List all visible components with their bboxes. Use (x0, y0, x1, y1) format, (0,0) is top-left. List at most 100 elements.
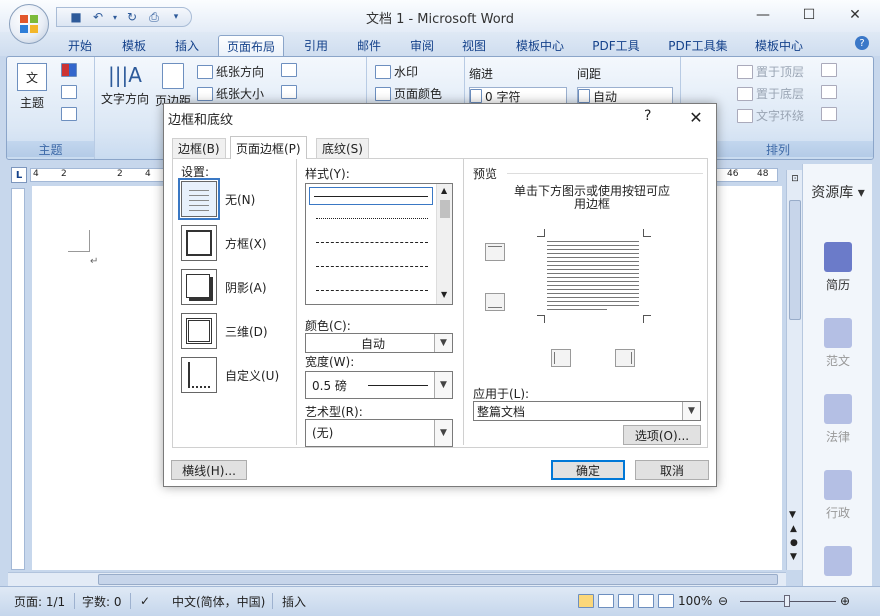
redo-icon[interactable]: ↻ (123, 9, 141, 25)
art-dropdown[interactable]: (无) ▼ (305, 419, 453, 447)
theme-fonts-button[interactable] (61, 85, 77, 99)
zoom-level[interactable]: 100% (678, 591, 712, 611)
outline-view-icon[interactable] (638, 594, 654, 608)
status-language[interactable]: 中文(简体，中国) (172, 591, 265, 611)
tab-shading[interactable]: 底纹(S) (316, 138, 369, 158)
zoom-in-icon[interactable]: ⊕ (840, 591, 850, 611)
help-icon[interactable]: ? (855, 36, 869, 50)
send-to-back-button[interactable]: 置于底层 (737, 85, 804, 102)
theme-effects-button[interactable] (61, 107, 77, 121)
status-words[interactable]: 字数: 0 (82, 591, 122, 611)
color-dropdown[interactable]: 自动 ▼ (305, 333, 453, 353)
tab-selector[interactable]: L (11, 167, 27, 183)
horizontal-line-button[interactable]: 横线(H)... (171, 460, 247, 480)
text-wrap-button[interactable]: 文字环绕 (737, 107, 804, 124)
orientation-button[interactable]: 纸张方向 (197, 63, 264, 80)
customize-qat-icon[interactable]: ▾ (167, 9, 185, 25)
style-solid[interactable] (309, 187, 433, 205)
tab-template-center-2[interactable]: 模板中心 (746, 35, 812, 56)
right-border-icon[interactable] (615, 349, 635, 367)
style-scroll-thumb[interactable] (440, 200, 450, 218)
width-dropdown[interactable]: 0.5 磅 ▼ (305, 371, 453, 399)
resource-item-sample[interactable]: 范文 (803, 318, 873, 369)
print-layout-icon[interactable] (578, 594, 594, 608)
maximize-icon[interactable]: ☐ (786, 2, 832, 28)
ok-button[interactable]: 确定 (551, 460, 625, 480)
vertical-scrollbar[interactable]: ⊡ ▼ ▲ ● ▼ (786, 170, 802, 570)
vertical-ruler[interactable] (11, 188, 25, 570)
horizontal-scrollbar[interactable] (8, 572, 786, 586)
style-dashed[interactable] (312, 258, 432, 274)
proofing-icon[interactable]: ✓ (140, 591, 150, 611)
rotate-button[interactable] (821, 107, 837, 121)
reading-view-icon[interactable] (598, 594, 614, 608)
text-direction-button[interactable]: |||A 文字方向 (101, 63, 149, 107)
close-icon[interactable]: ✕ (832, 2, 878, 28)
resource-pane-title[interactable]: 资源库 ▾ (803, 182, 873, 202)
resource-item-resume[interactable]: 简历 (803, 242, 873, 293)
status-page[interactable]: 页面: 1/1 (14, 591, 65, 611)
group-objects-button[interactable] (821, 85, 837, 99)
setting-none-label[interactable]: 无(N) (225, 191, 255, 208)
prev-page-icon[interactable]: ▲ (790, 524, 797, 534)
status-mode[interactable]: 插入 (282, 591, 306, 611)
setting-none-icon[interactable] (178, 178, 220, 220)
theme-colors-button[interactable] (61, 63, 77, 77)
scroll-down-icon[interactable]: ▼ (441, 290, 447, 299)
setting-box-icon[interactable] (181, 225, 217, 261)
setting-3d-icon[interactable] (181, 313, 217, 349)
undo-dropdown-icon[interactable]: ▾ (111, 9, 119, 25)
scroll-up-icon[interactable]: ▲ (441, 186, 447, 195)
breaks-button[interactable] (281, 63, 297, 77)
print-icon[interactable]: ⎙ (145, 9, 163, 25)
tab-page-border[interactable]: 页面边框(P) (230, 136, 307, 159)
style-list[interactable]: ▲ ▼ (305, 183, 453, 305)
tab-page-layout[interactable]: 页面布局 (218, 35, 284, 56)
preview-page[interactable] (547, 241, 639, 313)
cancel-button[interactable]: 取消 (635, 460, 709, 480)
setting-box-label[interactable]: 方框(X) (225, 235, 267, 252)
watermark-button[interactable]: 水印 (375, 63, 418, 80)
next-page-icon[interactable]: ▼ (790, 552, 797, 562)
tab-review[interactable]: 审阅 (400, 35, 444, 56)
page-color-button[interactable]: 页面颜色 (375, 85, 442, 102)
dialog-close-icon[interactable]: ✕ (682, 106, 710, 128)
line-numbers-button[interactable] (281, 85, 297, 99)
web-layout-icon[interactable] (618, 594, 634, 608)
style-list-scrollbar[interactable]: ▲ ▼ (436, 184, 452, 304)
ruler-toggle-icon[interactable]: ⊡ (789, 174, 801, 186)
zoom-out-icon[interactable]: ⊖ (718, 591, 728, 611)
resource-item-official[interactable] (803, 546, 873, 580)
apply-to-dropdown[interactable]: 整篇文档 ▼ (473, 401, 701, 421)
align-button[interactable] (821, 63, 837, 77)
tab-pdf-tools[interactable]: PDF工具 (584, 35, 648, 56)
bottom-border-icon[interactable] (485, 293, 505, 311)
themes-button[interactable]: 文 主题 (17, 63, 47, 111)
style-dotted[interactable] (312, 210, 432, 226)
tab-mailings[interactable]: 邮件 (346, 35, 392, 56)
minimize-icon[interactable]: — (740, 2, 786, 28)
tab-insert[interactable]: 插入 (165, 35, 209, 56)
top-border-icon[interactable] (485, 243, 505, 261)
resource-item-law[interactable]: 法律 (803, 394, 873, 445)
tab-view[interactable]: 视图 (452, 35, 496, 56)
tab-references[interactable]: 引用 (294, 35, 338, 56)
scroll-thumb[interactable] (789, 200, 801, 320)
tab-template[interactable]: 模板 (112, 35, 156, 56)
setting-3d-label[interactable]: 三维(D) (225, 323, 268, 340)
dialog-help-icon[interactable]: ? (644, 108, 651, 124)
style-dashed-small[interactable] (312, 234, 432, 250)
bring-to-front-button[interactable]: 置于顶层 (737, 63, 804, 80)
left-border-icon[interactable] (551, 349, 571, 367)
browse-object-icon[interactable]: ● (790, 538, 798, 548)
resource-item-admin[interactable]: 行政 (803, 470, 873, 521)
style-dash-dot[interactable] (312, 282, 432, 298)
tab-pdf-toolset[interactable]: PDF工具集 (658, 35, 738, 56)
tab-template-center[interactable]: 模板中心 (506, 35, 574, 56)
office-button[interactable] (9, 4, 49, 44)
save-icon[interactable]: ■ (67, 9, 85, 25)
undo-icon[interactable]: ↶ (89, 9, 107, 25)
setting-shadow-label[interactable]: 阴影(A) (225, 279, 267, 296)
tab-home[interactable]: 开始 (58, 35, 102, 56)
hscroll-thumb[interactable] (98, 574, 778, 585)
